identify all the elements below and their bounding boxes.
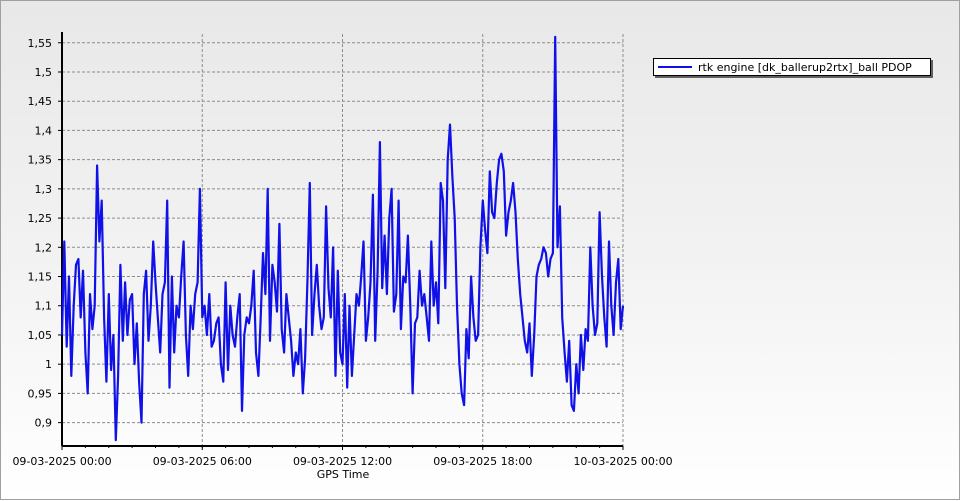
chart-plot: 0,9 0,95 1 1,05 1,1 1,15 1,2 1,25 1,3 1,35 1,4 1,45… — [12, 32, 673, 481]
y-tick-label: 1 — [45, 358, 52, 371]
y-tick-label: 1,1 — [35, 300, 53, 313]
x-tick-label: 10-03-2025 00:00 — [573, 455, 672, 468]
y-tick-label: 1,05 — [28, 329, 53, 342]
gridlines — [61, 34, 624, 446]
x-tick-label: 09-03-2025 06:00 — [153, 455, 252, 468]
legend-swatch — [658, 66, 692, 68]
chart-frame: 0,9 0,95 1 1,05 1,1 1,15 1,2 1,25 1,3 1,35 1,4 1,45… — [0, 0, 960, 500]
legend: rtk engine [dk_ballerup2rtx]_ball PDOP — [653, 58, 931, 76]
x-axis-title: GPS Time — [317, 468, 370, 481]
y-tick-label: 1,45 — [28, 95, 53, 108]
y-tick-label: 1,15 — [28, 271, 53, 284]
y-tick-label: 1,55 — [28, 37, 53, 50]
y-tick-label: 1,35 — [28, 154, 53, 167]
y-tick-label: 1,4 — [35, 124, 53, 137]
x-tick-label: 09-03-2025 00:00 — [12, 455, 111, 468]
x-tick-label: 09-03-2025 18:00 — [433, 455, 532, 468]
y-tick-label: 0,9 — [35, 417, 53, 430]
y-tick-label: 1,5 — [35, 66, 53, 79]
y-tick-label: 0,95 — [28, 387, 53, 400]
legend-entry: rtk engine [dk_ballerup2rtx]_ball PDOP — [698, 60, 912, 74]
x-tick-label: 09-03-2025 12:00 — [293, 455, 392, 468]
y-tick-label: 1,2 — [35, 241, 53, 254]
y-tick-label: 1,25 — [28, 212, 53, 225]
y-tick-label: 1,3 — [35, 183, 53, 196]
